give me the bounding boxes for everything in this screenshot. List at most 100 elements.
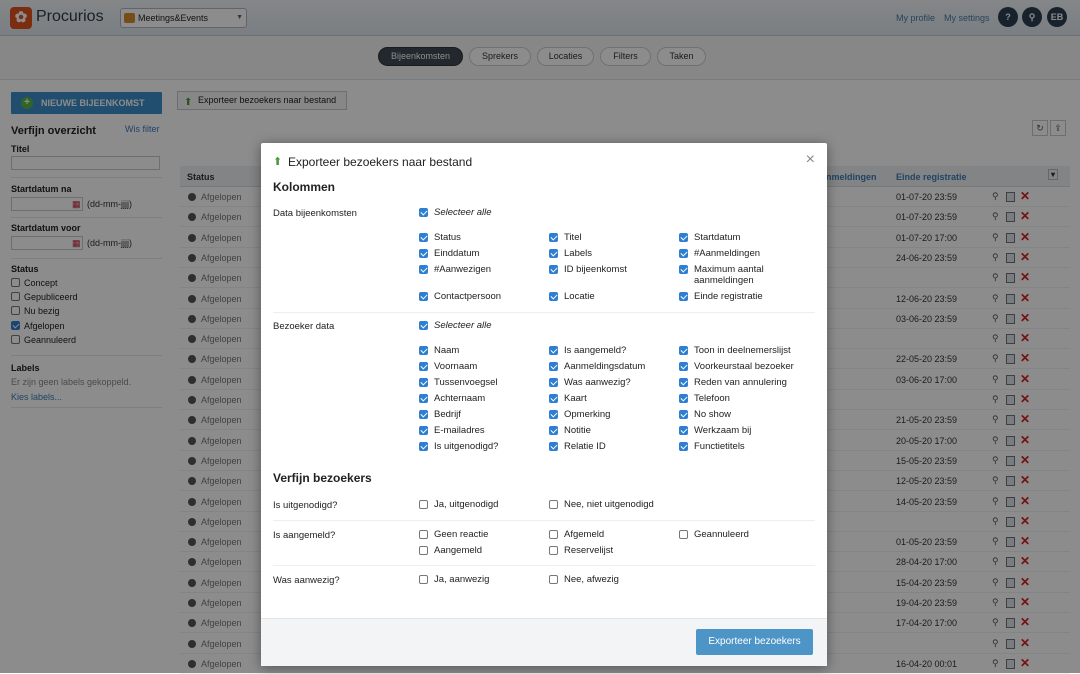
checkbox[interactable]: [549, 530, 558, 539]
invited-yes[interactable]: Ja, uitgenodigd: [419, 499, 498, 510]
registered-no-response[interactable]: Geen reactie: [419, 529, 488, 540]
export-column-option[interactable]: Voornaam: [419, 361, 544, 372]
export-column-option[interactable]: Einddatum: [419, 248, 544, 259]
present-no[interactable]: Nee, afwezig: [549, 574, 619, 585]
checkbox-label: Achternaam: [434, 393, 486, 404]
export-column-option[interactable]: Aanmeldingsdatum: [549, 361, 674, 372]
checkbox[interactable]: [419, 321, 428, 330]
export-column-option[interactable]: Maximum aantal aanmeldingen: [679, 264, 804, 286]
checkbox[interactable]: [679, 346, 688, 355]
checkbox[interactable]: [549, 346, 558, 355]
export-column-option[interactable]: Toon in deelnemerslijst: [679, 345, 804, 356]
checkbox[interactable]: [419, 426, 428, 435]
checkbox[interactable]: [419, 233, 428, 242]
checkbox[interactable]: [679, 292, 688, 301]
checkbox[interactable]: [549, 292, 558, 301]
export-column-option[interactable]: Labels: [549, 248, 674, 259]
checkbox[interactable]: [549, 426, 558, 435]
export-visitors-submit-button[interactable]: Exporteer bezoekers: [696, 629, 813, 655]
checkbox[interactable]: [549, 394, 558, 403]
checkbox[interactable]: [549, 575, 558, 584]
invited-no[interactable]: Nee, niet uitgenodigd: [549, 499, 654, 510]
checkbox[interactable]: [679, 426, 688, 435]
export-column-option[interactable]: ID bijeenkomst: [549, 264, 674, 275]
export-column-option[interactable]: Voorkeurstaal bezoeker: [679, 361, 804, 372]
export-column-option[interactable]: Naam: [419, 345, 544, 356]
export-column-option[interactable]: Notitie: [549, 425, 674, 436]
registered-cancelled[interactable]: Geannuleerd: [679, 529, 749, 540]
checkbox-label: Aanmeldingsdatum: [564, 361, 646, 372]
checkbox[interactable]: [679, 442, 688, 451]
checkbox[interactable]: [419, 292, 428, 301]
checkbox[interactable]: [679, 530, 688, 539]
checkbox-label: Selecteer alle: [434, 207, 492, 218]
invited-label: Is uitgenodigd?: [273, 500, 338, 511]
checkbox[interactable]: [419, 394, 428, 403]
checkbox[interactable]: [549, 362, 558, 371]
checkbox[interactable]: [549, 410, 558, 419]
checkbox[interactable]: [419, 530, 428, 539]
checkbox-label: Nee, afwezig: [564, 574, 619, 585]
export-column-option[interactable]: Werkzaam bij: [679, 425, 804, 436]
checkbox[interactable]: [549, 249, 558, 258]
checkbox[interactable]: [679, 378, 688, 387]
checkbox[interactable]: [549, 500, 558, 509]
export-column-option[interactable]: E-mailadres: [419, 425, 544, 436]
export-column-option[interactable]: Is uitgenodigd?: [419, 441, 544, 452]
refine-visitors-heading: Verfijn bezoekers: [273, 471, 372, 485]
export-column-option[interactable]: Locatie: [549, 291, 674, 302]
present-yes[interactable]: Ja, aanwezig: [419, 574, 489, 585]
checkbox[interactable]: [679, 362, 688, 371]
export-column-option[interactable]: No show: [679, 409, 804, 420]
export-column-option[interactable]: Tussenvoegsel: [419, 377, 544, 388]
export-column-option[interactable]: Reden van annulering: [679, 377, 804, 388]
export-column-option[interactable]: Opmerking: [549, 409, 674, 420]
checkbox[interactable]: [419, 249, 428, 258]
event-select-all[interactable]: Selecteer alle: [419, 207, 492, 218]
export-column-option[interactable]: Contactpersoon: [419, 291, 544, 302]
checkbox-label: Voornaam: [434, 361, 478, 372]
checkbox[interactable]: [549, 233, 558, 242]
export-column-option[interactable]: Achternaam: [419, 393, 544, 404]
registered-cancelled-by-user[interactable]: Afgemeld: [549, 529, 604, 540]
visitor-select-all[interactable]: Selecteer alle: [419, 320, 492, 331]
export-column-option[interactable]: Telefoon: [679, 393, 804, 404]
registered-waitlist[interactable]: Reservelijst: [549, 545, 613, 556]
export-column-option[interactable]: Functietitels: [679, 441, 804, 452]
export-column-option[interactable]: Titel: [549, 232, 674, 243]
checkbox[interactable]: [549, 265, 558, 274]
registered-registered[interactable]: Aangemeld: [419, 545, 482, 556]
export-column-option[interactable]: Einde registratie: [679, 291, 804, 302]
checkbox[interactable]: [549, 378, 558, 387]
checkbox[interactable]: [419, 346, 428, 355]
close-icon[interactable]: ×: [806, 151, 815, 169]
export-column-option[interactable]: Status: [419, 232, 544, 243]
checkbox[interactable]: [419, 442, 428, 451]
checkbox[interactable]: [679, 394, 688, 403]
export-column-option[interactable]: Startdatum: [679, 232, 804, 243]
export-column-option[interactable]: Kaart: [549, 393, 674, 404]
checkbox[interactable]: [549, 546, 558, 555]
export-column-option[interactable]: Relatie ID: [549, 441, 674, 452]
export-column-option[interactable]: #Aanwezigen: [419, 264, 544, 275]
checkbox[interactable]: [419, 410, 428, 419]
export-column-option[interactable]: #Aanmeldingen: [679, 248, 804, 259]
checkbox[interactable]: [419, 362, 428, 371]
checkbox-label: No show: [694, 409, 731, 420]
checkbox[interactable]: [679, 265, 688, 274]
checkbox[interactable]: [419, 546, 428, 555]
checkbox[interactable]: [679, 233, 688, 242]
checkbox[interactable]: [679, 249, 688, 258]
export-column-option[interactable]: Was aanwezig?: [549, 377, 674, 388]
checkbox[interactable]: [419, 378, 428, 387]
checkbox[interactable]: [549, 442, 558, 451]
checkbox[interactable]: [419, 265, 428, 274]
checkbox[interactable]: [419, 500, 428, 509]
checkbox[interactable]: [679, 410, 688, 419]
dialog-title: Exporteer bezoekers naar bestand: [288, 155, 473, 169]
export-column-option[interactable]: Is aangemeld?: [549, 345, 674, 356]
checkbox-label: Reservelijst: [564, 545, 614, 556]
export-column-option[interactable]: Bedrijf: [419, 409, 544, 420]
checkbox[interactable]: [419, 575, 428, 584]
checkbox[interactable]: [419, 208, 428, 217]
